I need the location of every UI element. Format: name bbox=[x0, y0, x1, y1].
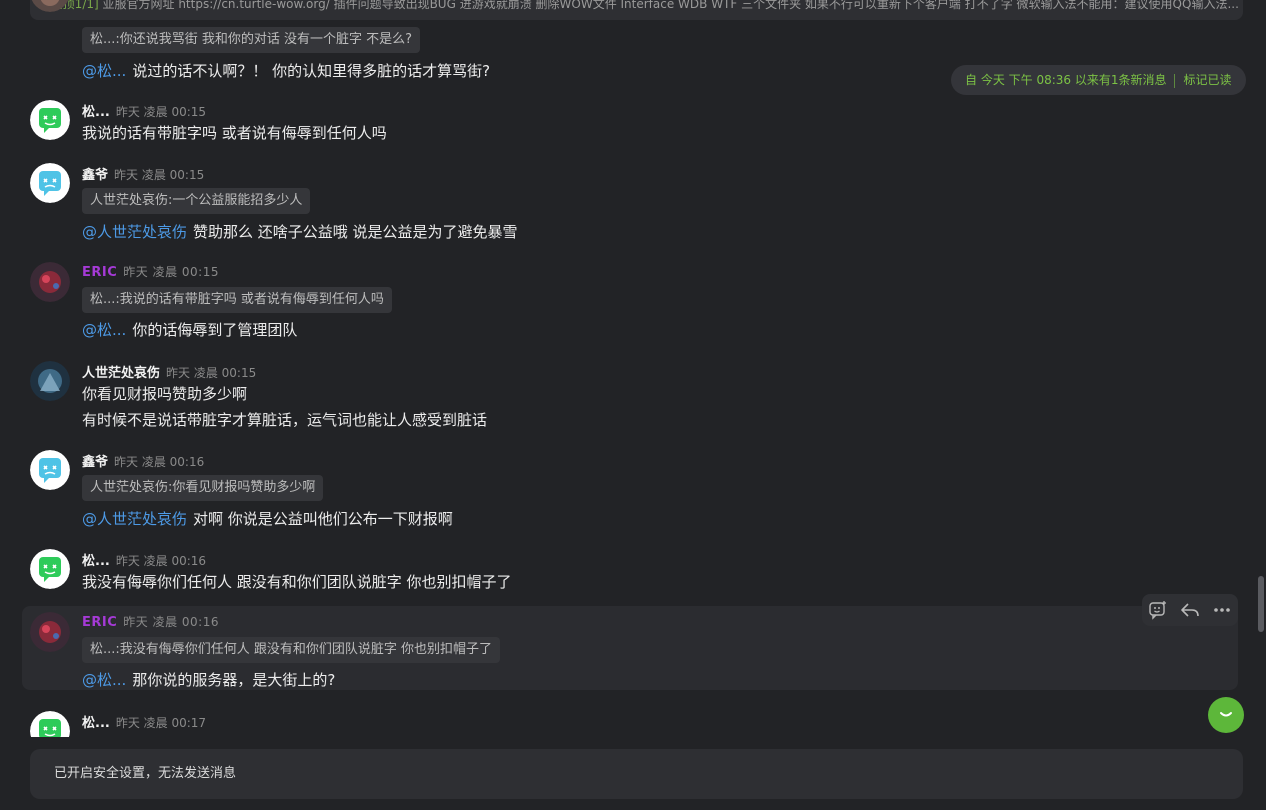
new-message-text[interactable]: 自 今天 下午 08:36 以来有1条新消息 bbox=[965, 73, 1166, 87]
divider bbox=[1174, 73, 1176, 88]
message-item[interactable]: 鑫爷 昨天 凌晨 00:16 人世茫处哀伤:你看见财报吗赞助多少啊 @人世茫处哀伤… bbox=[22, 450, 1238, 535]
scrollbar[interactable] bbox=[1258, 576, 1264, 632]
message-item[interactable]: ERIC 昨天 凌晨 00:16 松...:我没有侮辱你们任何人 跟没有和你们团队… bbox=[22, 606, 1238, 690]
message-time: 昨天 凌晨 00:17 bbox=[115, 716, 207, 730]
message-text: @松... 说过的话不认啊？！ 你的认知里得多脏的话才算骂街? bbox=[82, 60, 490, 81]
message-body: 那你说的服务器，是大街上的? bbox=[132, 671, 336, 689]
quoted-message[interactable]: 人世茫处哀伤:你看见财报吗赞助多少啊 bbox=[82, 475, 324, 501]
scroll-to-bottom-button[interactable] bbox=[1208, 697, 1244, 733]
message-body: 对啊 你说是公益叫他们公布一下财报啊 bbox=[193, 510, 453, 528]
message-text: @人世茫处哀伤 赞助那么 还啥子公益哦 说是公益是为了避免暴雪 bbox=[82, 221, 518, 242]
message-text: 你看见财报吗赞助多少啊 bbox=[82, 385, 248, 403]
message-body: 赞助那么 还啥子公益哦 说是公益是为了避免暴雪 bbox=[193, 223, 518, 241]
message-time: 昨天 凌晨 00:15 bbox=[114, 168, 205, 182]
message-time: 昨天 凌晨 00:16 bbox=[114, 455, 205, 469]
message-time: 昨天 凌晨 00:15 bbox=[123, 265, 219, 279]
message-text: @人世茫处哀伤 对啊 你说是公益叫他们公布一下财报啊 bbox=[82, 508, 453, 529]
message-body: 你的话侮辱到了管理团队 bbox=[132, 321, 298, 339]
message-time: 昨天 凌晨 00:16 bbox=[115, 554, 207, 568]
sender-name[interactable]: 鑫爷 昨天 凌晨 00:16 bbox=[82, 451, 204, 470]
message-input-disabled: 已开启安全设置，无法发送消息 bbox=[30, 749, 1243, 799]
disabled-input-notice: 已开启安全设置，无法发送消息 bbox=[54, 766, 237, 781]
message-item[interactable]: ERIC 昨天 凌晨 00:15 松...:我说的话有带脏字吗 或者说有侮辱到任何… bbox=[22, 262, 1238, 347]
quoted-message[interactable]: 松...:我说的话有带脏字吗 或者说有侮辱到任何人吗 bbox=[82, 287, 392, 313]
message-actions-toolbar bbox=[1142, 594, 1238, 626]
avatar[interactable] bbox=[30, 612, 70, 652]
sender-name[interactable]: ERIC 昨天 凌晨 00:15 bbox=[82, 263, 219, 280]
avatar[interactable] bbox=[30, 0, 70, 12]
mark-read-button[interactable]: 标记已读 bbox=[1183, 73, 1231, 87]
avatar[interactable] bbox=[30, 163, 70, 203]
sender-name[interactable]: 松... 昨天 凌晨 00:17 bbox=[82, 712, 206, 731]
message-time: 昨天 凌晨 00:16 bbox=[123, 615, 219, 629]
mention-link[interactable]: @人世茫处哀伤 bbox=[82, 510, 187, 528]
add-reaction-icon[interactable] bbox=[1145, 597, 1171, 623]
message-text: 我说的话有带脏字吗 或者说有侮辱到任何人吗 bbox=[82, 124, 387, 142]
message-text: 我没有侮辱你们任何人 跟没有和你们团队说脏字 你也别扣帽子了 bbox=[82, 573, 512, 591]
message-item[interactable]: 鑫爷 昨天 凌晨 00:15 人世茫处哀伤:一个公益服能招多少人 @人世茫处哀伤赞… bbox=[22, 163, 1238, 248]
mention-link[interactable]: @松... bbox=[82, 62, 126, 80]
avatar[interactable] bbox=[30, 711, 70, 737]
message-text: 有时候不是说话带脏字才算脏话，运气词也能让人感受到脏话 bbox=[82, 411, 488, 429]
message-text: @松... 那你说的服务器，是大街上的? bbox=[82, 669, 335, 690]
message-body: 说过的话不认啊？！ 你的认知里得多脏的话才算骂街? bbox=[132, 62, 491, 80]
sender-name[interactable]: ERIC 昨天 凌晨 00:16 bbox=[82, 613, 219, 630]
mention-link[interactable]: @人世茫处哀伤 bbox=[82, 223, 187, 241]
avatar[interactable] bbox=[30, 262, 70, 302]
quoted-message[interactable]: 松...:你还说我骂街 我和你的对话 没有一个脏字 不是么? bbox=[82, 27, 421, 53]
message-time: 昨天 凌晨 00:15 bbox=[115, 105, 207, 119]
sender-name[interactable]: 鑫爷 昨天 凌晨 00:15 bbox=[82, 164, 204, 183]
chevron-down-icon bbox=[1220, 712, 1232, 717]
message-item[interactable]: 松... 昨天 凌晨 00:15 我说的话有带脏字吗 或者说有侮辱到任何人吗 bbox=[22, 100, 1238, 150]
mention-link[interactable]: @松... bbox=[82, 671, 126, 689]
message-time: 昨天 凌晨 00:15 bbox=[166, 366, 257, 380]
chat-message-list[interactable]: [置顶1/1] 亚服官方网址 https://cn.turtle-wow.org… bbox=[0, 0, 1258, 737]
message-text: @松... 你的话侮辱到了管理团队 bbox=[82, 319, 297, 340]
more-options-icon[interactable] bbox=[1209, 597, 1235, 623]
new-message-indicator[interactable]: 自 今天 下午 08:36 以来有1条新消息 标记已读 bbox=[951, 65, 1246, 95]
message-item[interactable]: 人世茫处哀伤 昨天 凌晨 00:15 你看见财报吗赞助多少啊 有时候不是说话带脏字… bbox=[22, 361, 1238, 436]
quoted-message[interactable]: 松...:我没有侮辱你们任何人 跟没有和你们团队说脏字 你也别扣帽子了 bbox=[82, 637, 501, 663]
message-item[interactable]: 松... 昨天 凌晨 00:17 bbox=[22, 711, 1238, 737]
avatar[interactable] bbox=[30, 100, 70, 140]
mention-link[interactable]: @松... bbox=[82, 321, 126, 339]
avatar[interactable] bbox=[30, 450, 70, 490]
sender-name[interactable]: 人世茫处哀伤 昨天 凌晨 00:15 bbox=[82, 362, 256, 381]
avatar[interactable] bbox=[30, 549, 70, 589]
sender-name[interactable]: 松... 昨天 凌晨 00:16 bbox=[82, 550, 206, 569]
sender-name[interactable]: 松... 昨天 凌晨 00:15 bbox=[82, 101, 206, 120]
message-item[interactable]: 松... 昨天 凌晨 00:16 我没有侮辱你们任何人 跟没有和你们团队说脏字 你… bbox=[22, 549, 1238, 599]
reply-icon[interactable] bbox=[1177, 597, 1203, 623]
avatar[interactable] bbox=[30, 361, 70, 401]
quoted-message[interactable]: 人世茫处哀伤:一个公益服能招多少人 bbox=[82, 188, 311, 214]
